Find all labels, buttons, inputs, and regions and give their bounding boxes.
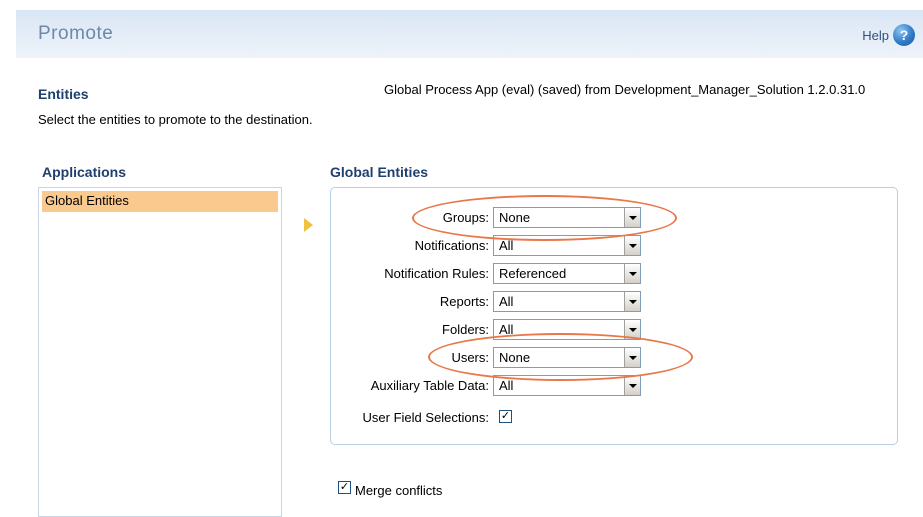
folders-label: Folders: <box>442 322 489 337</box>
header-bar: Promote Help ? <box>16 10 923 58</box>
notification-rules-row: Notification Rules: Referenced <box>331 263 899 285</box>
highlight-ellipse-users <box>428 333 693 381</box>
question-mark-circle-icon[interactable]: ? <box>893 24 915 46</box>
merge-conflicts-checkbox[interactable]: ✓ <box>338 481 351 494</box>
user-field-selections-checkbox[interactable]: ✓ <box>499 410 512 423</box>
reports-label: Reports: <box>439 294 489 309</box>
notifications-row: Notifications: All <box>331 235 899 257</box>
notifications-label: Notifications: <box>414 238 489 253</box>
applications-heading: Applications <box>42 164 127 180</box>
help-label[interactable]: Help <box>862 28 889 43</box>
global-entities-heading: Global Entities <box>330 164 429 180</box>
list-item-global-entities[interactable]: Global Entities <box>42 191 278 212</box>
reports-value: All <box>499 294 514 309</box>
chevron-down-icon[interactable] <box>624 236 640 255</box>
entities-heading: Entities <box>38 86 89 102</box>
merge-conflicts-label: Merge conflicts <box>355 483 443 498</box>
chevron-down-icon[interactable] <box>624 264 640 283</box>
auxiliary-table-data-value: All <box>499 378 514 393</box>
arrow-right-icon <box>304 218 313 232</box>
auxiliary-table-data-label: Auxiliary Table Data: <box>370 378 489 393</box>
source-info: Global Process App (eval) (saved) from D… <box>384 82 866 97</box>
reports-select[interactable]: All <box>493 291 641 312</box>
user-field-selections-row: User Field Selections: ✓ <box>331 407 899 429</box>
reports-row: Reports: All <box>331 291 899 313</box>
notification-rules-value: Referenced <box>499 266 567 281</box>
instructions-text: Select the entities to promote to the de… <box>38 112 313 127</box>
page-title: Promote <box>38 23 114 44</box>
user-field-selections-label: User Field Selections: <box>362 410 489 425</box>
notification-rules-select[interactable]: Referenced <box>493 263 641 284</box>
applications-list: Global Entities <box>38 187 282 517</box>
highlight-ellipse-groups <box>412 195 677 241</box>
notification-rules-label: Notification Rules: <box>384 266 489 281</box>
chevron-down-icon[interactable] <box>624 376 640 395</box>
chevron-down-icon[interactable] <box>624 292 640 311</box>
help-link[interactable]: Help ? <box>862 24 915 46</box>
